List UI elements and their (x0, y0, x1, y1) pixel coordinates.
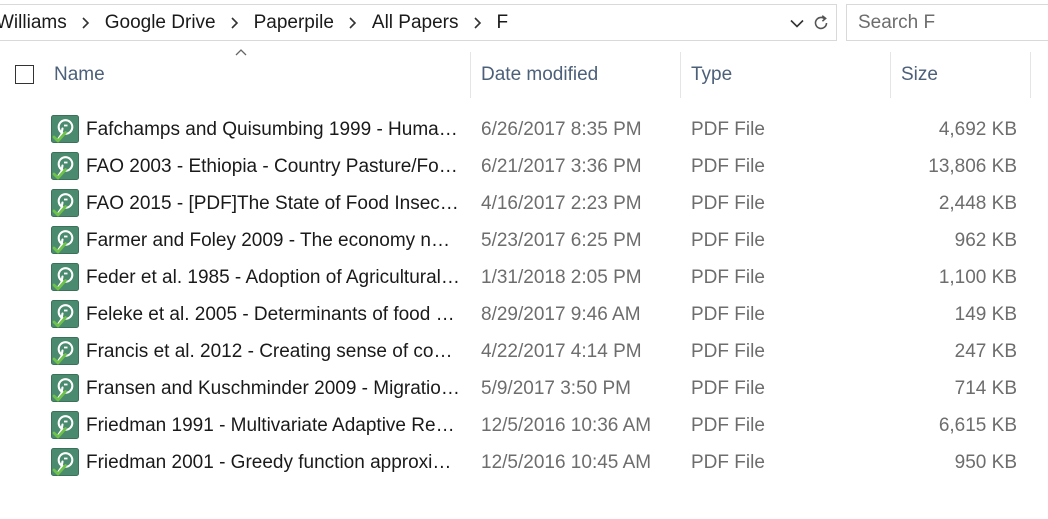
column-header-size[interactable]: Size (901, 52, 1030, 98)
address-bar[interactable]: Williams Google Drive Paperpile All Pape… (0, 4, 837, 41)
refresh-icon[interactable] (808, 11, 834, 35)
file-date-modified: 8/29/2017 9:46 AM (481, 304, 641, 325)
breadcrumb-item-f[interactable]: F (495, 12, 511, 34)
file-type: PDF File (691, 267, 765, 288)
paperpile-pdf-icon (51, 189, 79, 217)
file-date-modified: 12/5/2016 10:45 AM (481, 452, 652, 473)
paperpile-pdf-icon (51, 300, 79, 328)
column-label-date-modified: Date modified (481, 64, 599, 85)
file-date-modified: 4/22/2017 4:14 PM (481, 341, 642, 362)
column-divider[interactable] (1030, 52, 1031, 98)
paperpile-pdf-icon (51, 226, 79, 254)
file-row[interactable]: FAO 2003 - Ethiopia - Country Pasture/Fo… (0, 148, 1048, 185)
file-row[interactable]: Friedman 2001 - Greedy function approxim… (0, 444, 1048, 481)
breadcrumb-item-google-drive[interactable]: Google Drive (103, 12, 218, 34)
file-row[interactable]: Feleke et al. 2005 - Determinants of foo… (0, 296, 1048, 333)
file-list: Fafchamps and Quisumbing 1999 - Human ca… (0, 111, 1048, 481)
file-size: 149 KB (954, 304, 1017, 325)
file-name: Feder et al. 1985 - Adoption of Agricult… (86, 267, 460, 288)
file-name: FAO 2003 - Ethiopia - Country Pasture/Fo… (86, 156, 460, 177)
file-size: 1,100 KB (938, 267, 1017, 288)
paperpile-pdf-icon (51, 263, 79, 291)
column-header-date-modified[interactable]: Date modified (481, 52, 680, 98)
file-row[interactable]: Feder et al. 1985 - Adoption of Agricult… (0, 259, 1048, 296)
column-label-type: Type (691, 64, 733, 85)
column-label-name: Name (54, 64, 105, 85)
chevron-right-icon[interactable] (461, 13, 495, 33)
file-date-modified: 5/9/2017 3:50 PM (481, 378, 631, 399)
file-name: Fafchamps and Quisumbing 1999 - Human ca… (86, 119, 460, 140)
file-name: Francis et al. 2012 - Creating sense of … (86, 341, 460, 362)
column-header: Name Date modified Type Size (0, 52, 1048, 98)
column-divider[interactable] (890, 52, 891, 98)
file-name: Feleke et al. 2005 - Determinants of foo… (86, 304, 460, 325)
file-size: 2,448 KB (938, 193, 1017, 214)
breadcrumb-item-williams[interactable]: Williams (0, 12, 69, 34)
paperpile-pdf-icon (51, 115, 79, 143)
search-input[interactable] (847, 10, 1048, 35)
file-date-modified: 6/21/2017 3:36 PM (481, 156, 642, 177)
file-size: 247 KB (954, 341, 1017, 362)
file-size: 4,692 KB (938, 119, 1017, 140)
file-type: PDF File (691, 378, 765, 399)
file-date-modified: 5/23/2017 6:25 PM (481, 230, 642, 251)
file-type: PDF File (691, 230, 765, 251)
file-name: Farmer and Foley 2009 - The economy need… (86, 230, 460, 251)
column-label-size: Size (901, 64, 938, 85)
file-row[interactable]: Fransen and Kuschminder 2009 - Migration… (0, 370, 1048, 407)
file-type: PDF File (691, 119, 765, 140)
search-box[interactable] (846, 4, 1048, 41)
column-divider[interactable] (470, 52, 471, 98)
paperpile-pdf-icon (51, 411, 79, 439)
file-size: 714 KB (954, 378, 1017, 399)
file-date-modified: 1/31/2018 2:05 PM (481, 267, 642, 288)
breadcrumb: Williams Google Drive Paperpile All Pape… (0, 12, 510, 34)
file-name: FAO 2015 - [PDF]The State of Food Insecu… (86, 193, 460, 214)
file-row[interactable]: Francis et al. 2012 - Creating sense of … (0, 333, 1048, 370)
file-type: PDF File (691, 193, 765, 214)
chevron-down-icon[interactable] (788, 13, 806, 33)
column-header-type[interactable]: Type (691, 52, 890, 98)
file-date-modified: 4/16/2017 2:23 PM (481, 193, 642, 214)
file-type: PDF File (691, 304, 765, 325)
file-row[interactable]: Friedman 1991 - Multivariate Adaptive Re… (0, 407, 1048, 444)
chevron-right-icon[interactable] (218, 13, 252, 33)
file-size: 950 KB (954, 452, 1017, 473)
file-name: Friedman 1991 - Multivariate Adaptive Re… (86, 415, 460, 436)
breadcrumb-item-paperpile[interactable]: Paperpile (252, 12, 336, 34)
file-size: 6,615 KB (938, 415, 1017, 436)
column-divider[interactable] (680, 52, 681, 98)
file-row[interactable]: Fafchamps and Quisumbing 1999 - Human ca… (0, 111, 1048, 148)
file-type: PDF File (691, 415, 765, 436)
chevron-right-icon[interactable] (69, 13, 103, 33)
file-date-modified: 6/26/2017 8:35 PM (481, 119, 642, 140)
file-size: 13,806 KB (928, 156, 1017, 177)
file-type: PDF File (691, 156, 765, 177)
chevron-right-icon[interactable] (336, 13, 370, 33)
column-header-name[interactable]: Name (54, 52, 470, 98)
file-type: PDF File (691, 452, 765, 473)
paperpile-pdf-icon (51, 374, 79, 402)
file-row[interactable]: FAO 2015 - [PDF]The State of Food Insecu… (0, 185, 1048, 222)
file-row[interactable]: Farmer and Foley 2009 - The economy need… (0, 222, 1048, 259)
file-name: Fransen and Kuschminder 2009 - Migration… (86, 378, 460, 399)
file-name: Friedman 2001 - Greedy function approxim… (86, 452, 460, 473)
file-type: PDF File (691, 341, 765, 362)
paperpile-pdf-icon (51, 337, 79, 365)
file-date-modified: 12/5/2016 10:36 AM (481, 415, 652, 436)
file-size: 962 KB (954, 230, 1017, 251)
paperpile-pdf-icon (51, 152, 79, 180)
select-all-checkbox[interactable] (15, 65, 34, 84)
breadcrumb-item-all-papers[interactable]: All Papers (370, 12, 461, 34)
paperpile-pdf-icon (51, 448, 79, 476)
